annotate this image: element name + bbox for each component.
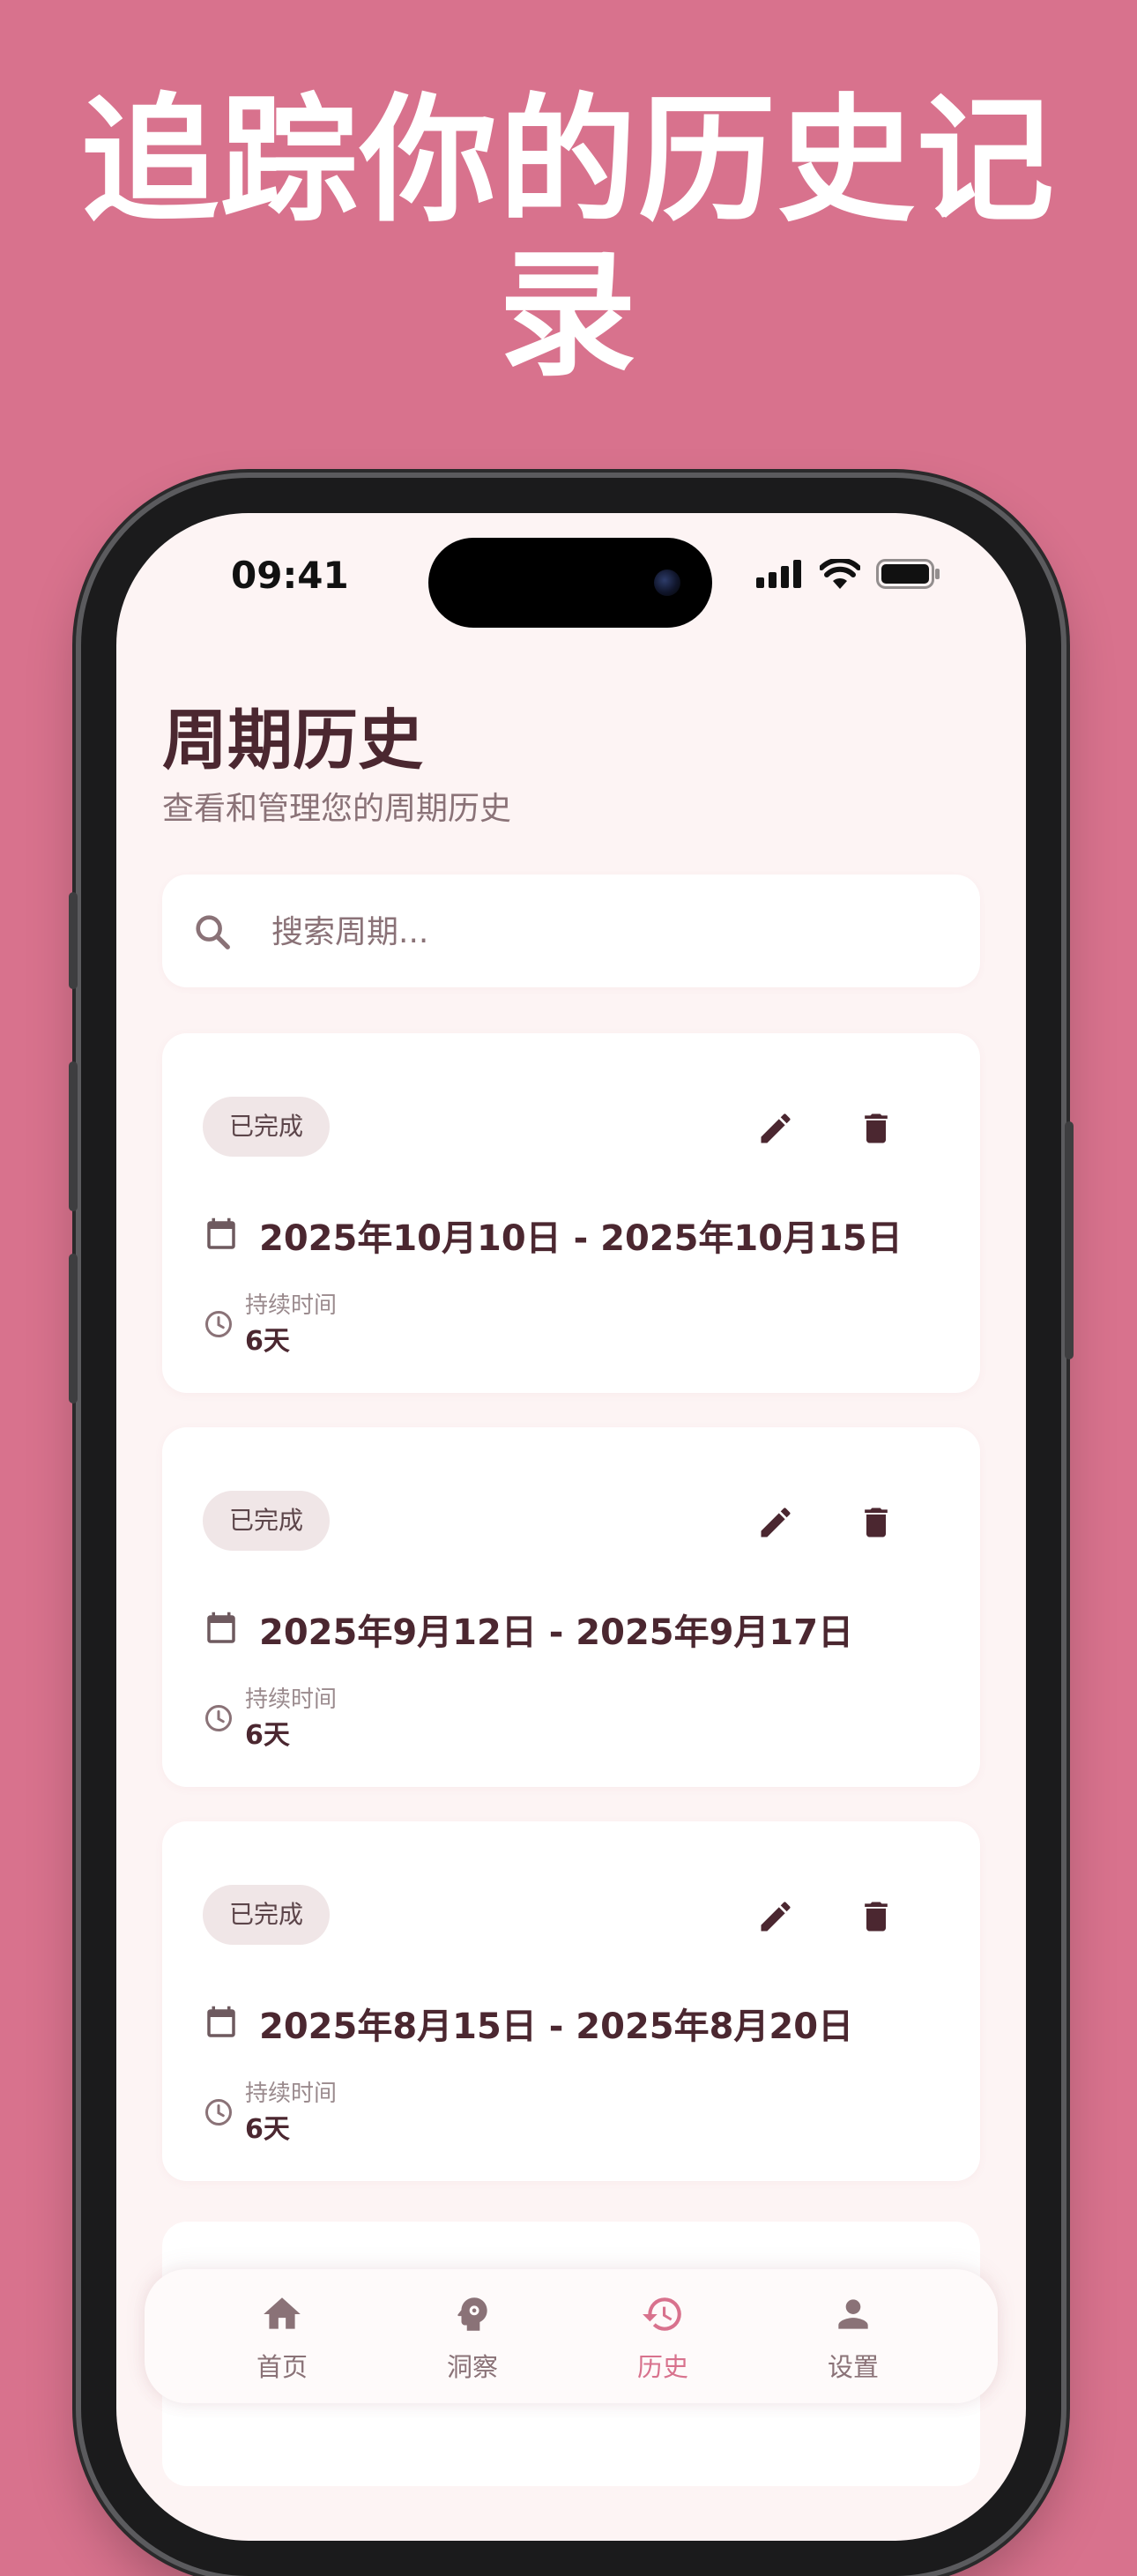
dynamic-island [428,538,712,628]
calendar-icon [207,2006,235,2037]
status-time: 09:41 [231,554,349,597]
nav-label-settings: 设置 [827,2352,879,2382]
date-range: 2025年9月12日 - 2025年9月17日 [259,1612,854,1653]
nav-item-history[interactable]: 历史 [592,2292,733,2384]
duration-value: 6天 [245,2114,290,2145]
phone-screen: 09:41 周期历史 查看和管理您的周期历史 搜索周期... 已完成 2025年… [116,513,1026,2541]
nav-item-insights[interactable]: 洞察 [402,2292,543,2384]
cycle-card[interactable]: 已完成 2025年10月10日 - 2025年10月15日 持续时间 6天 [162,1033,980,1393]
cycle-card[interactable]: 已完成 2025年8月15日 - 2025年8月20日 持续时间 6天 [162,1821,980,2181]
battery-icon [876,559,940,589]
phone-frame: 09:41 周期历史 查看和管理您的周期历史 搜索周期... 已完成 2025年… [69,478,1074,2576]
power-button [1065,1121,1074,1359]
duration-label: 持续时间 [245,1686,338,1713]
date-range: 2025年10月10日 - 2025年10月15日 [259,1218,903,1259]
calendar-icon [207,1612,235,1643]
page-title: 周期历史 [162,703,423,778]
edit-pencil-icon [761,1113,791,1143]
clock-icon [205,1705,232,1731]
clock-icon [205,1311,232,1337]
search-icon [196,915,230,949]
status-badge: 已完成 [203,1491,331,1551]
home-icon [264,2297,301,2329]
edit-button[interactable] [749,1890,802,1943]
trash-icon [865,1113,888,1143]
bottom-nav: 首页 洞察 历史 设置 [145,2269,998,2403]
edit-pencil-icon [761,1902,791,1932]
front-camera [654,570,680,596]
duration-label: 持续时间 [245,1292,338,1319]
duration-label: 持续时间 [245,2081,338,2107]
edit-button[interactable] [749,1102,802,1155]
action-button [69,892,78,989]
edit-pencil-icon [761,1508,791,1537]
nav-label-insights: 洞察 [446,2352,498,2382]
status-badge: 已完成 [203,1885,331,1945]
trash-icon [865,1508,888,1537]
person-icon [838,2299,868,2329]
delete-button[interactable] [850,1890,903,1943]
date-range-row: 2025年9月12日 - 2025年9月17日 [203,1604,853,1655]
nav-item-settings[interactable]: 设置 [783,2292,924,2384]
nav-label-history: 历史 [636,2352,688,2382]
date-range-row: 2025年8月15日 - 2025年8月20日 [203,1998,853,2049]
date-range-row: 2025年10月10日 - 2025年10月15日 [203,1210,903,1261]
delete-button[interactable] [850,1102,903,1155]
status-badge: 已完成 [203,1097,331,1157]
clock-icon [205,2099,232,2126]
duration-value: 6天 [245,1720,290,1751]
duration-value: 6天 [245,1326,290,1357]
trash-icon [865,1902,888,1932]
search-bar[interactable] [162,875,980,987]
page-subtitle: 查看和管理您的周期历史 [162,791,512,827]
status-icons [756,559,941,589]
cycle-card[interactable]: 已完成 2025年9月12日 - 2025年9月17日 持续时间 6天 [162,1427,980,1787]
wifi-icon [820,559,860,589]
insights-head-icon [457,2297,487,2331]
cellular-signal-icon [756,560,801,588]
search-input[interactable] [270,901,943,963]
nav-item-home[interactable]: 首页 [212,2292,353,2384]
edit-button[interactable] [749,1496,802,1549]
history-icon [643,2297,681,2331]
promo-headline: 追踪你的历史记录 [81,80,1056,395]
volume-down-button [69,1254,78,1403]
delete-button[interactable] [850,1496,903,1549]
status-bar: 09:41 [116,513,1026,654]
nav-label-home: 首页 [256,2352,308,2382]
calendar-icon [207,1217,235,1249]
volume-up-button [69,1061,78,1211]
date-range: 2025年8月15日 - 2025年8月20日 [259,2006,854,2047]
